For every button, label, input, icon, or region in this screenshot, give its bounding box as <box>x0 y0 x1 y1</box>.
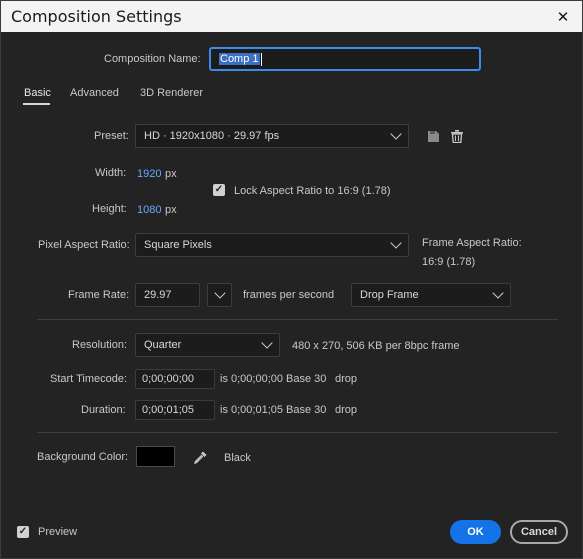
frame-rate-input[interactable]: 29.97 <box>135 283 200 307</box>
height-value[interactable]: 1080 <box>137 204 161 216</box>
duration-value: 0;00;01;05 <box>142 404 194 416</box>
resolution-info: 480 x 270, 506 KB per 8bpc frame <box>292 340 460 352</box>
tab-advanced[interactable]: Advanced <box>70 87 119 99</box>
chevron-down-icon <box>390 237 402 249</box>
checkmark-icon: ✓ <box>214 184 224 195</box>
start-timecode-value: 0;00;00;00 <box>142 373 194 385</box>
preview-checkbox[interactable]: ✓ <box>17 526 29 538</box>
delete-preset-button[interactable] <box>449 128 465 144</box>
close-button[interactable]: ✕ <box>544 1 582 32</box>
composition-name-label: Composition Name: <box>104 53 201 65</box>
frame-rate-label: Frame Rate: <box>68 289 130 301</box>
background-color-swatch[interactable] <box>136 446 175 467</box>
duration-is: is 0;00;01;05 <box>220 404 283 416</box>
duration-label: Duration: <box>81 404 126 416</box>
ok-button[interactable]: OK <box>450 520 501 544</box>
active-tab-indicator <box>23 103 50 105</box>
frame-rate-value: 29.97 <box>144 289 172 301</box>
close-icon: ✕ <box>556 8 570 26</box>
composition-name-value: Comp 1 <box>219 53 260 65</box>
preset-label: Preset: <box>94 130 129 142</box>
chevron-down-icon <box>214 287 226 299</box>
save-preset-icon <box>427 130 439 142</box>
start-timecode-base: Base 30 <box>286 373 327 385</box>
duration-base: Base 30 <box>286 404 327 416</box>
tab-3d-renderer[interactable]: 3D Renderer <box>140 87 203 99</box>
duration-drop: drop <box>335 404 358 416</box>
tab-basic[interactable]: Basic <box>24 87 51 99</box>
pixel-aspect-dropdown[interactable]: Square Pixels <box>135 233 409 257</box>
start-timecode-input[interactable]: 0;00;00;00 <box>135 369 215 389</box>
chevron-down-icon <box>492 287 504 299</box>
drop-frame-dropdown[interactable]: Drop Frame <box>351 283 511 307</box>
background-color-label: Background Color: <box>37 451 129 463</box>
start-timecode-label: Start Timecode: <box>50 373 128 385</box>
width-unit: px <box>165 168 177 180</box>
start-timecode-drop: drop <box>335 373 358 385</box>
chevron-down-icon <box>390 128 402 140</box>
text-caret <box>260 52 262 66</box>
section-divider <box>37 432 558 433</box>
width-value[interactable]: 1920 <box>137 168 161 180</box>
duration-input[interactable]: 0;00;01;05 <box>135 400 215 420</box>
lock-aspect-label: Lock Aspect Ratio to 16:9 (1.78) <box>234 185 391 197</box>
pixel-aspect-label: Pixel Aspect Ratio: <box>38 239 130 251</box>
frame-rate-dropdown[interactable] <box>207 283 232 307</box>
save-preset-button[interactable] <box>425 128 441 144</box>
frame-aspect-label: Frame Aspect Ratio: <box>422 237 522 249</box>
section-divider <box>37 319 558 320</box>
width-label: Width: <box>95 167 127 179</box>
lock-aspect-checkbox[interactable]: ✓ <box>213 184 225 196</box>
frame-aspect-value: 16:9 (1.78) <box>422 256 476 268</box>
pixel-aspect-value: Square Pixels <box>144 239 212 251</box>
title-bar: Composition Settings ✕ <box>1 1 582 32</box>
trash-icon <box>451 129 463 143</box>
chevron-down-icon <box>261 337 273 349</box>
eyedropper-icon <box>193 451 206 464</box>
checkmark-icon: ✓ <box>18 526 28 537</box>
composition-name-input[interactable]: Comp 1 <box>209 47 481 71</box>
preset-value: HD · 1920x1080 · 29.97 fps <box>144 130 280 142</box>
resolution-dropdown[interactable]: Quarter <box>135 333 280 357</box>
preset-dropdown[interactable]: HD · 1920x1080 · 29.97 fps <box>135 124 409 148</box>
drop-frame-value: Drop Frame <box>360 289 419 301</box>
start-timecode-is: is 0;00;00;00 <box>220 373 283 385</box>
height-unit: px <box>165 204 177 216</box>
composition-settings-dialog: Composition Settings ✕ Composition Name:… <box>0 0 583 559</box>
cancel-button[interactable]: Cancel <box>510 520 568 544</box>
background-color-name: Black <box>224 452 251 464</box>
height-label: Height: <box>92 203 127 215</box>
frame-rate-suffix: frames per second <box>243 289 335 301</box>
eyedropper-button[interactable] <box>191 448 209 466</box>
resolution-label: Resolution: <box>72 339 128 351</box>
resolution-value: Quarter <box>144 339 182 351</box>
dialog-title: Composition Settings <box>11 7 182 26</box>
preview-label: Preview <box>38 526 78 538</box>
